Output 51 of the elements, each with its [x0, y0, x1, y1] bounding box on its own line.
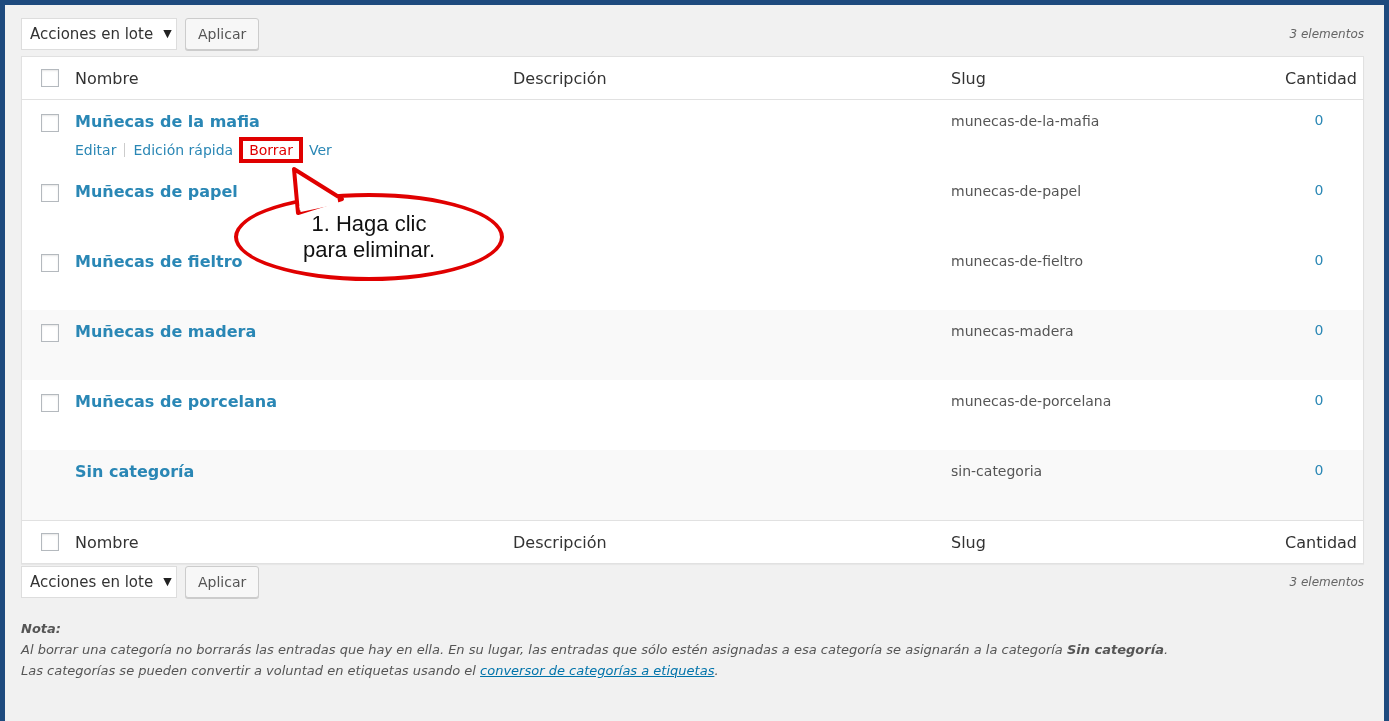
apply-button[interactable]: Aplicar [185, 17, 260, 50]
column-header: Descripción [513, 68, 607, 88]
table-cell: munecas-de-porcelana [951, 393, 1112, 409]
table-cell: munecas-de-fieltro [951, 253, 1083, 269]
column-header[interactable]: Nombre [75, 68, 139, 88]
category-link[interactable]: Sin categoría [75, 462, 195, 481]
row-checkbox[interactable] [40, 254, 59, 272]
bulk-actions-select[interactable]: Acciones en lote ▼ [21, 17, 177, 50]
item-count: 3 elementos [1289, 574, 1364, 589]
column-header: Descripción [513, 532, 607, 552]
dropdown-arrow-icon: ▼ [163, 27, 172, 40]
post-count-link[interactable]: 0 [1314, 182, 1324, 198]
select-all-checkbox[interactable] [40, 533, 59, 551]
column-header[interactable]: Slug [951, 68, 986, 88]
post-count-link[interactable]: 0 [1314, 112, 1324, 128]
dropdown-arrow-icon: ▼ [163, 575, 172, 588]
item-count: 3 elementos [1289, 26, 1364, 41]
column-header[interactable]: Cantidad [1285, 532, 1357, 552]
select-all-checkbox[interactable] [40, 69, 59, 87]
post-count-link[interactable]: 0 [1314, 322, 1324, 338]
note-title: Nota: [21, 621, 62, 636]
row-action-link[interactable]: Borrar [239, 137, 303, 163]
table-cell: munecas-de-la-mafia [951, 113, 1100, 129]
note-text: Al borrar una categoría no borrarás las entradas que hay en ella. En su lugar, las entradas que sólo estén asignadas a esa categoría se asignarán a la categoría Sin categoría. [21, 642, 1170, 657]
note-text: Las categorías se pueden convertir a voluntad en etiquetas usando el [21, 663, 476, 678]
category-link[interactable]: Muñecas de madera [75, 322, 257, 341]
post-count-link[interactable]: 0 [1314, 392, 1324, 408]
category-link[interactable]: Muñecas de porcelana [75, 392, 277, 411]
table-cell: munecas-de-papel [951, 183, 1082, 199]
row-checkbox[interactable] [40, 394, 59, 412]
row-checkbox[interactable] [40, 324, 59, 342]
category-link[interactable]: Muñecas de fieltro [75, 252, 243, 271]
category-link[interactable]: Muñecas de papel [75, 182, 238, 201]
table-cell: sin-categoria [951, 463, 1043, 479]
column-header[interactable]: Nombre [75, 532, 139, 552]
callout-text: 1. Haga clic [311, 211, 427, 237]
callout-text: para eliminar. [302, 237, 436, 263]
table-cell: munecas-madera [951, 323, 1074, 339]
row-action-link[interactable]: Ver [306, 142, 334, 158]
column-header[interactable]: Slug [951, 532, 986, 552]
apply-button[interactable]: Aplicar [185, 565, 260, 598]
bulk-actions-select[interactable]: Acciones en lote ▼ [21, 565, 177, 598]
row-checkbox[interactable] [40, 114, 59, 132]
category-link[interactable]: Muñecas de la mafia [75, 112, 260, 131]
period-text: . [714, 663, 719, 678]
row-action-link[interactable]: Edición rápida [131, 142, 236, 158]
post-count-link[interactable]: 0 [1314, 462, 1324, 478]
post-count-link[interactable]: 0 [1314, 252, 1324, 268]
row-checkbox[interactable] [40, 184, 59, 202]
row-action-link[interactable]: Editar [75, 142, 119, 158]
column-header[interactable]: Cantidad [1285, 68, 1357, 88]
